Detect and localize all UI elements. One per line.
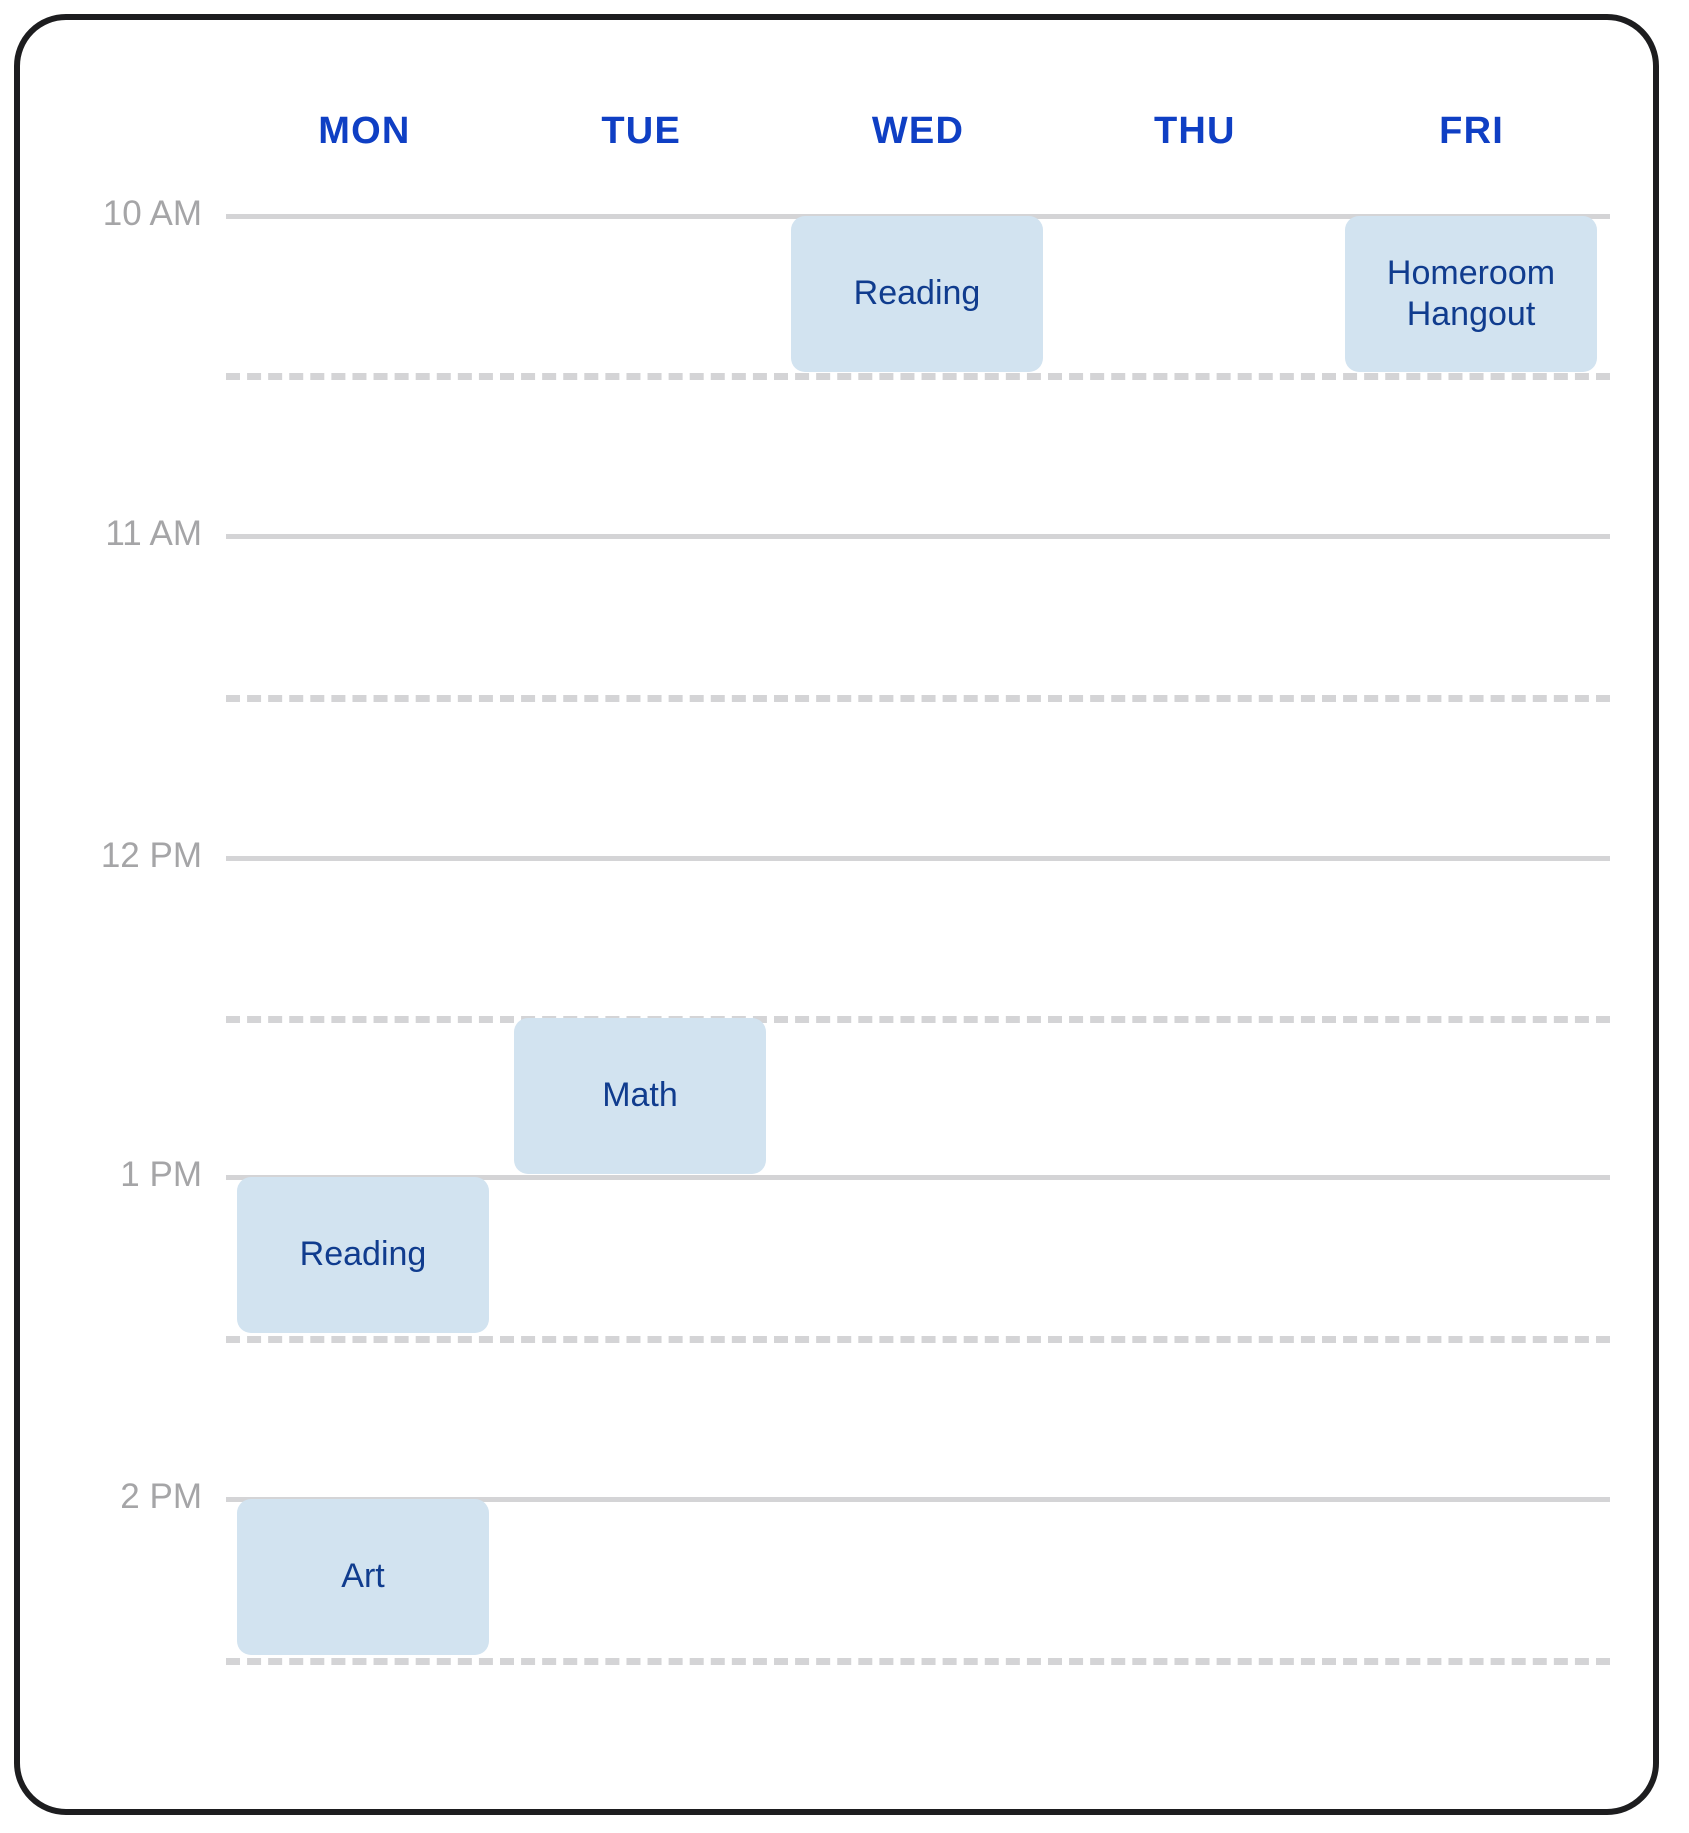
events-layer: Reading Homeroom Hangout Math Reading Ar… [226, 20, 1610, 1809]
weekly-schedule-card: MON TUE WED THU FRI 10 AM 11 AM 12 PM 1 … [14, 14, 1659, 1815]
time-label-10am: 10 AM [102, 194, 202, 233]
event-title: Math [602, 1076, 678, 1115]
event-block[interactable]: Homeroom Hangout [1345, 216, 1597, 372]
time-label-11am: 11 AM [105, 514, 202, 553]
event-block[interactable]: Reading [791, 216, 1043, 372]
event-title: Reading [853, 274, 981, 313]
event-title: Homeroom Hangout [1386, 253, 1556, 333]
event-block[interactable]: Reading [237, 1177, 489, 1333]
time-label-12pm: 12 PM [100, 836, 202, 875]
time-label-2pm: 2 PM [120, 1477, 202, 1516]
event-title: Art [341, 1557, 385, 1596]
event-block[interactable]: Art [237, 1499, 489, 1655]
event-block[interactable]: Math [514, 1018, 766, 1174]
time-label-1pm: 1 PM [120, 1155, 202, 1194]
event-title: Reading [299, 1235, 427, 1274]
